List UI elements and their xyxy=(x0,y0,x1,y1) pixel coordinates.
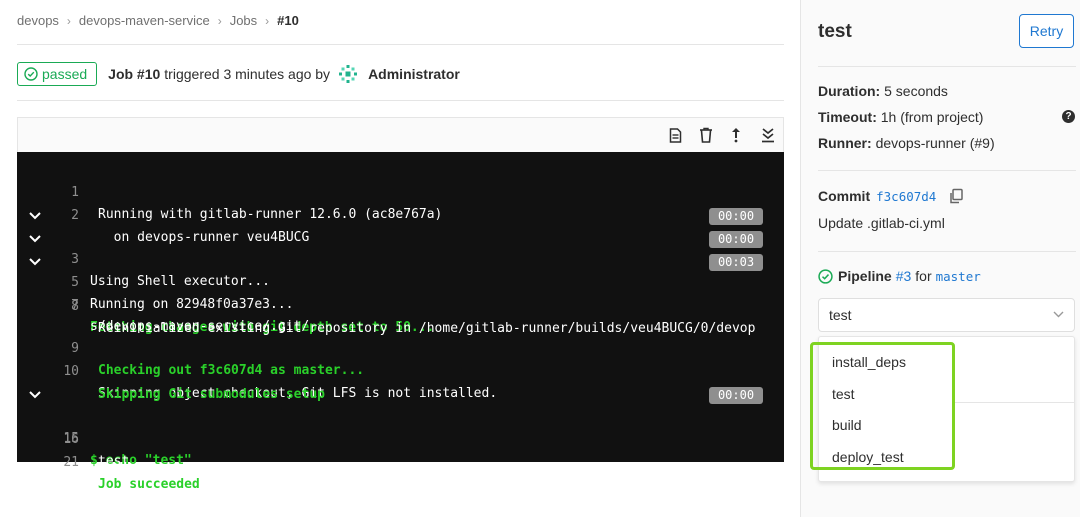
divider xyxy=(17,100,784,101)
log-toolbar xyxy=(17,117,784,152)
commit-row: Commit f3c607d4 xyxy=(818,188,964,204)
log-line: 8 Reinitialized existing Git repository … xyxy=(17,274,784,336)
breadcrumb-current[interactable]: #10 xyxy=(277,13,299,28)
log-section-header[interactable]: 5 Running on 82948f0a37e3... 00:00 xyxy=(17,228,784,312)
stage-option-build[interactable]: build xyxy=(832,415,862,435)
user-link[interactable]: Administrator xyxy=(368,66,460,82)
log-line: 10 Skipping object checkout, Git LFS is … xyxy=(17,339,784,401)
breadcrumb-jobs[interactable]: Jobs xyxy=(230,13,257,28)
breadcrumb-separator: › xyxy=(66,13,71,28)
chevron-down-icon[interactable] xyxy=(29,205,45,227)
status-text: passed xyxy=(42,66,88,82)
divider xyxy=(818,66,1076,67)
line-number[interactable]: 21 xyxy=(49,452,79,474)
copy-icon[interactable] xyxy=(948,188,964,204)
breadcrumb: devops › devops-maven-service › Jobs › #… xyxy=(17,13,299,28)
breadcrumb-group[interactable]: devops xyxy=(17,13,59,28)
log-section-header[interactable]: 3 Using Shell executor... 00:00 xyxy=(17,205,784,289)
scroll-bottom-icon[interactable] xyxy=(759,126,777,144)
log-line: 2 on devops-runner veu4BUCG xyxy=(17,183,784,245)
log-text: test xyxy=(98,454,130,469)
stage-dropdown-menu: install_deps test build deploy_test xyxy=(818,336,1075,482)
breadcrumb-project[interactable]: devops-maven-service xyxy=(79,13,210,28)
stage-option-install-deps[interactable]: install_deps xyxy=(832,352,906,372)
log-line: s/devops-maven-service/.git/ xyxy=(17,294,784,334)
log-line: 21 Job succeeded xyxy=(17,430,784,492)
chevron-down-icon xyxy=(1053,311,1064,318)
log-line: 16 test xyxy=(17,407,784,469)
job-log[interactable]: 1 Running with gitlab-runner 12.6.0 (ac8… xyxy=(17,152,784,492)
stage-selected-value: test xyxy=(829,307,852,323)
duration-row: Duration: 5 seconds xyxy=(818,83,948,99)
status-badge[interactable]: passed xyxy=(17,62,98,86)
pipeline-label: Pipeline xyxy=(838,268,892,284)
divider xyxy=(17,44,784,45)
stage-option-deploy-test[interactable]: deploy_test xyxy=(832,447,904,467)
timeout-row: Timeout: 1h (from project) xyxy=(818,109,983,125)
pipeline-for-text: for xyxy=(915,268,932,284)
log-line: 1 Running with gitlab-runner 12.6.0 (ac8… xyxy=(17,160,784,222)
job-main-panel: devops › devops-maven-service › Jobs › #… xyxy=(0,0,800,517)
section-duration: 00:00 xyxy=(709,208,763,225)
job-header: passed Job #10 triggered 3 minutes ago b… xyxy=(17,62,460,86)
runner-label: Runner: xyxy=(818,135,872,151)
job-label: Job #10 xyxy=(108,66,161,82)
section-duration: 00:03 xyxy=(709,254,763,271)
chevron-down-icon[interactable] xyxy=(29,384,45,406)
commit-message: Update .gitlab-ci.yml xyxy=(818,215,945,231)
commit-label: Commit xyxy=(818,188,871,204)
log-line: Skipping Git submodules setup xyxy=(17,362,784,402)
raw-log-icon[interactable] xyxy=(666,126,684,144)
section-duration: 00:00 xyxy=(709,231,763,248)
section-duration: 00:00 xyxy=(709,387,763,404)
stage-option-test[interactable]: test xyxy=(832,384,855,404)
duration-label: Duration: xyxy=(818,83,881,99)
erase-log-icon[interactable] xyxy=(697,126,715,144)
pipeline-row: Pipeline #3 for master xyxy=(818,268,981,284)
job-info: Job #10 triggered 3 minutes ago by Admin… xyxy=(108,64,460,84)
breadcrumb-separator: › xyxy=(217,13,222,28)
chevron-down-icon[interactable] xyxy=(29,228,45,250)
avatar[interactable] xyxy=(338,64,358,84)
breadcrumb-separator: › xyxy=(265,13,270,28)
divider xyxy=(818,170,1076,171)
commit-sha-link[interactable]: f3c607d4 xyxy=(876,189,936,204)
retry-button[interactable]: Retry xyxy=(1019,14,1074,48)
divider xyxy=(955,402,1075,403)
duration-value: 5 seconds xyxy=(884,83,948,99)
runner-row: Runner: devops-runner (#9) xyxy=(818,135,995,151)
timeout-value: 1h (from project) xyxy=(880,109,984,125)
runner-value: devops-runner (#9) xyxy=(875,135,995,151)
scroll-top-icon[interactable] xyxy=(727,126,745,144)
triggered-text: triggered 3 minutes ago by xyxy=(164,66,331,82)
chevron-down-icon[interactable] xyxy=(29,251,45,273)
check-circle-icon xyxy=(818,268,833,284)
stage-dropdown[interactable]: test xyxy=(818,298,1075,332)
log-text: Job succeeded xyxy=(98,477,200,492)
log-line: 9 Checking out f3c607d4 as master... xyxy=(17,316,784,378)
log-section-header[interactable]: 15 $ echo "test" 00:00 xyxy=(17,384,784,468)
pipeline-link[interactable]: #3 xyxy=(896,268,912,284)
check-circle-icon xyxy=(24,67,38,81)
timeout-label: Timeout: xyxy=(818,109,877,125)
branch-link[interactable]: master xyxy=(936,269,981,284)
question-icon[interactable]: ? xyxy=(1062,110,1075,123)
log-section-header[interactable]: 7 Fetching changes with git depth set to… xyxy=(17,251,784,335)
job-name-title: test xyxy=(818,21,852,42)
job-sidebar: test Retry Duration: 5 seconds Timeout: … xyxy=(800,0,1080,517)
divider xyxy=(818,251,1076,252)
